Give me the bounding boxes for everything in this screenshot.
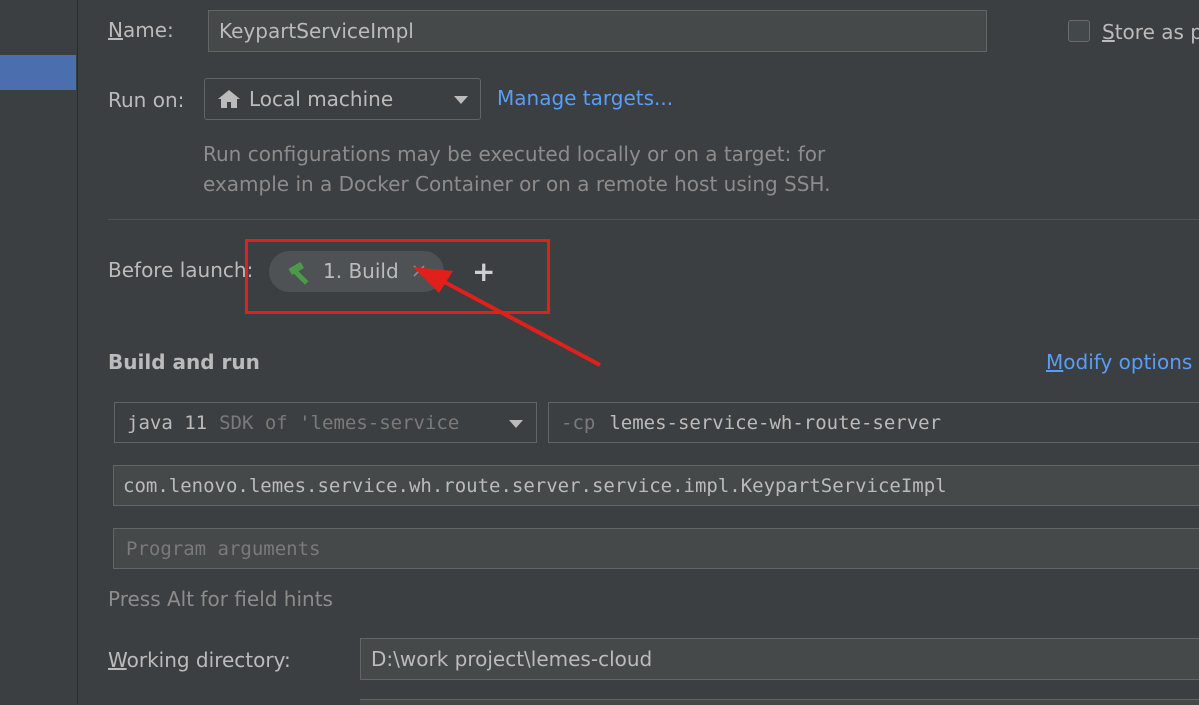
main-class-input[interactable]: com.lenovo.lemes.service.wh.route.server… — [113, 465, 1199, 506]
home-icon — [218, 90, 240, 108]
before-launch-label: Before launch: — [108, 258, 254, 282]
working-directory-label: Working directory: — [108, 648, 291, 672]
run-on-description-2: example in a Docker Container or on a re… — [203, 172, 831, 196]
run-on-dropdown[interactable]: Local machine — [204, 78, 481, 120]
name-label: Name: — [108, 18, 174, 42]
modify-options-link[interactable]: Modify options — [1046, 350, 1192, 374]
chevron-down-icon — [454, 96, 468, 104]
program-arguments-input[interactable]: Program arguments — [113, 528, 1199, 569]
program-arguments-placeholder: Program arguments — [126, 537, 321, 560]
build-and-run-title: Build and run — [108, 350, 260, 374]
field-hints-text: Press Alt for field hints — [108, 587, 333, 611]
next-field-partial — [360, 699, 1199, 705]
config-tree-selected-item[interactable] — [0, 55, 76, 90]
jdk-version: java 11 — [127, 411, 208, 434]
name-input[interactable]: KeypartServiceImpl — [208, 10, 987, 52]
run-on-description-1: Run configurations may be executed local… — [203, 142, 826, 166]
jdk-detail: SDK of 'lemes-service — [219, 411, 460, 434]
chevron-down-icon — [509, 420, 523, 428]
working-directory-input[interactable]: D:\work project\lemes-cloud — [360, 638, 1199, 680]
separator — [108, 219, 1199, 220]
working-directory-value: D:\work project\lemes-cloud — [371, 647, 653, 671]
store-as-project-file-label[interactable]: Store as p — [1102, 20, 1199, 44]
name-value: KeypartServiceImpl — [219, 19, 414, 43]
store-as-project-file-checkbox[interactable] — [1068, 20, 1090, 42]
classpath-module: lemes-service-wh-route-server — [609, 411, 942, 434]
jdk-dropdown[interactable]: java 11 SDK of 'lemes-service — [114, 402, 537, 443]
run-on-label: Run on: — [108, 88, 185, 112]
main-class-value: com.lenovo.lemes.service.wh.route.server… — [123, 474, 947, 497]
run-on-selected: Local machine — [249, 87, 394, 111]
classpath-dropdown[interactable]: -cp lemes-service-wh-route-server — [548, 402, 1199, 443]
manage-targets-link[interactable]: Manage targets... — [497, 86, 673, 110]
classpath-prefix: -cp — [561, 411, 596, 434]
config-tree-panel — [0, 0, 78, 704]
arrow-annotation — [413, 267, 601, 367]
